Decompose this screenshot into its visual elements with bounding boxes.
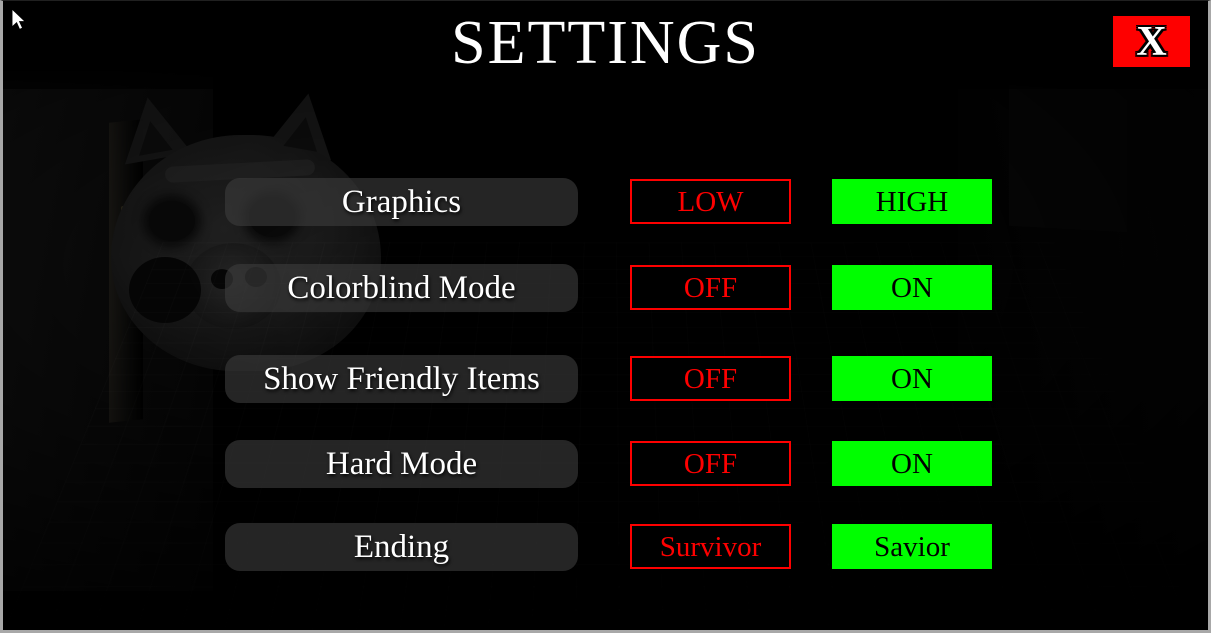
setting-option-off-label: LOW — [677, 185, 744, 218]
setting-row: Hard Mode OFF ON — [3, 440, 1208, 488]
setting-label-text: Show Friendly Items — [263, 361, 540, 397]
setting-label-text: Colorblind Mode — [287, 270, 516, 306]
setting-option-off-label: Survivor — [659, 530, 762, 563]
setting-option-off-graphics[interactable]: LOW — [630, 179, 791, 224]
setting-option-on-hard-mode[interactable]: ON — [832, 441, 992, 486]
setting-option-off-ending[interactable]: Survivor — [630, 524, 791, 569]
setting-option-on-ending[interactable]: Savior — [832, 524, 992, 569]
setting-label-ending: Ending — [225, 523, 578, 571]
setting-option-on-label: Savior — [874, 530, 950, 563]
setting-option-on-label: ON — [891, 362, 933, 395]
settings-screen: SETTINGS X Graphics LOW HIGH Colorblind … — [0, 0, 1211, 633]
settings-list: Graphics LOW HIGH Colorblind Mode OFF ON… — [3, 1, 1208, 630]
setting-option-on-graphics[interactable]: HIGH — [832, 179, 992, 224]
setting-label-text: Graphics — [341, 184, 462, 220]
settings-ui: SETTINGS X Graphics LOW HIGH Colorblind … — [3, 1, 1208, 630]
setting-option-off-colorblind-mode[interactable]: OFF — [630, 265, 791, 310]
setting-option-on-label: HIGH — [875, 185, 949, 218]
setting-option-on-colorblind-mode[interactable]: ON — [832, 265, 992, 310]
setting-label-graphics: Graphics — [225, 178, 578, 226]
setting-row: Colorblind Mode OFF ON — [3, 264, 1208, 312]
setting-option-off-label: OFF — [683, 447, 738, 480]
setting-row: Graphics LOW HIGH — [3, 178, 1208, 226]
setting-option-off-show-friendly-items[interactable]: OFF — [630, 356, 791, 401]
setting-option-on-show-friendly-items[interactable]: ON — [832, 356, 992, 401]
setting-option-off-label: OFF — [683, 362, 738, 395]
setting-option-off-hard-mode[interactable]: OFF — [630, 441, 791, 486]
setting-label-hard-mode: Hard Mode — [225, 440, 578, 488]
setting-option-off-label: OFF — [683, 271, 738, 304]
setting-row: Ending Survivor Savior — [3, 523, 1208, 571]
setting-label-show-friendly-items: Show Friendly Items — [225, 355, 578, 403]
setting-label-text: Ending — [353, 529, 450, 565]
setting-label-text: Hard Mode — [325, 446, 478, 482]
setting-row: Show Friendly Items OFF ON — [3, 355, 1208, 403]
setting-label-colorblind-mode: Colorblind Mode — [225, 264, 578, 312]
setting-option-on-label: ON — [891, 447, 933, 480]
setting-option-on-label: ON — [891, 271, 933, 304]
